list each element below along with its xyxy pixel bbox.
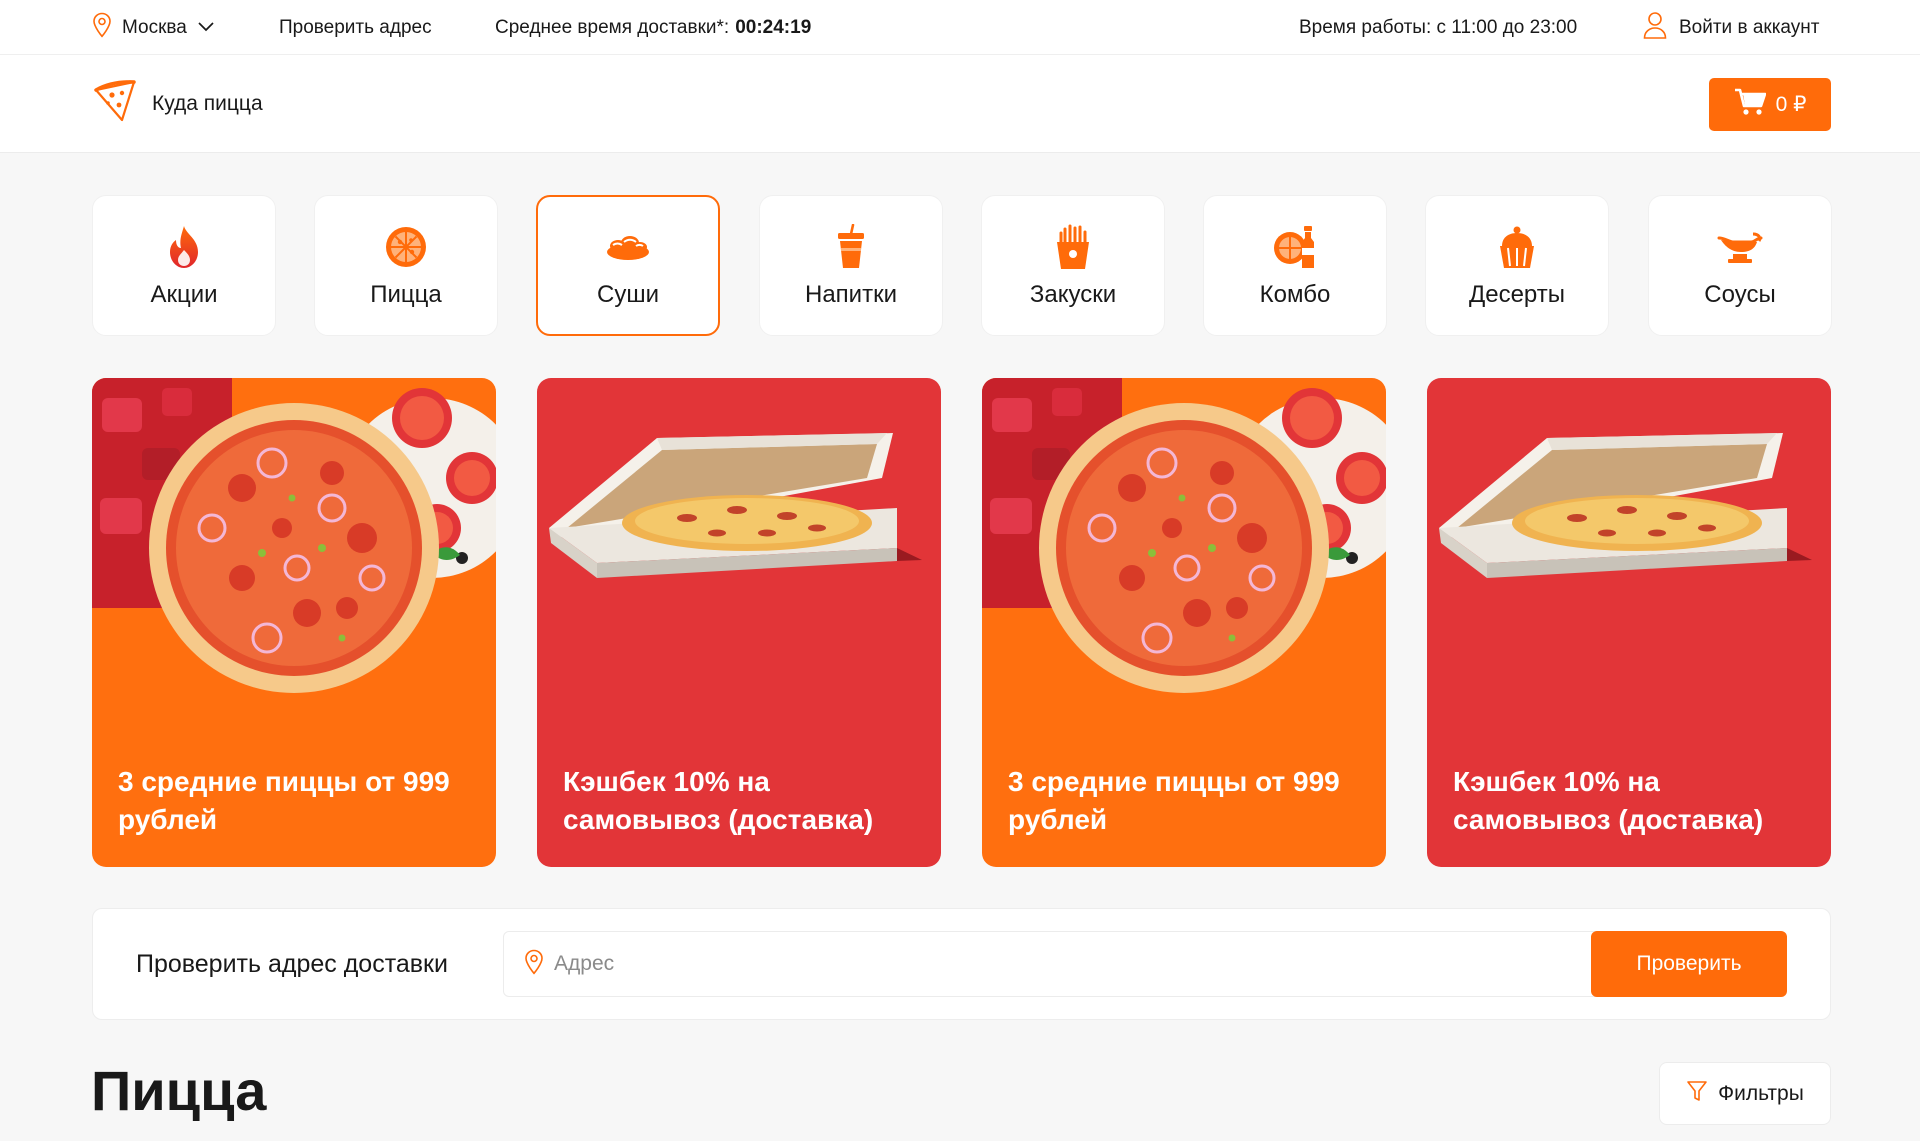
section-title: Пицца <box>91 1059 267 1122</box>
cupcake-icon <box>1493 223 1541 271</box>
drink-cup-icon <box>827 223 875 271</box>
category-label: Акции <box>150 280 218 308</box>
flame-icon <box>160 223 208 271</box>
cart-icon <box>1734 88 1766 122</box>
sauce-boat-icon <box>1716 223 1764 271</box>
promo-banners: 3 средние пиццы от 999 рублей Кэшбек 10%… <box>92 378 1833 867</box>
pizza-box-illustration <box>549 433 922 578</box>
banner-title: 3 средние пиццы от 999 рублей <box>118 766 450 835</box>
check-address-button[interactable]: Проверить <box>1591 931 1787 997</box>
address-field[interactable] <box>503 931 1658 997</box>
delivery-time-label: Среднее время доставки*: <box>495 16 730 38</box>
address-check-panel: Проверить адрес доставки Проверить <box>92 908 1831 1020</box>
category-sauces[interactable]: Соусы <box>1648 195 1832 336</box>
category-sushi[interactable]: Суши <box>536 195 720 336</box>
category-desserts[interactable]: Десерты <box>1425 195 1609 336</box>
filters-label: Фильтры <box>1718 1081 1804 1105</box>
banner-title: Кэшбек 10% на самовывоз (доставка) <box>1453 766 1764 835</box>
login-label: Войти в аккаунт <box>1679 16 1820 38</box>
location-pin-icon <box>92 12 112 44</box>
address-input[interactable] <box>554 952 1634 976</box>
pizza-icon <box>382 223 430 271</box>
pizza-slice-logo-icon <box>92 78 138 130</box>
location-pin-icon <box>524 949 544 980</box>
top-bar: Москва Проверить адрес Среднее время дос… <box>0 0 1920 55</box>
category-label: Соусы <box>1704 280 1776 308</box>
category-promotions[interactable]: Акции <box>92 195 276 336</box>
category-pizza[interactable]: Пицца <box>314 195 498 336</box>
promo-banner[interactable]: 3 средние пиццы от 999 рублей <box>982 378 1386 867</box>
promo-banner[interactable]: 3 средние пиццы от 999 рублей <box>92 378 496 867</box>
city-name: Москва <box>122 16 187 38</box>
sushi-icon <box>604 223 652 271</box>
header: Куда пицца 0 ₽ <box>0 55 1920 153</box>
cart-total: 0 ₽ <box>1775 93 1807 116</box>
login-link[interactable]: Войти в аккаунт <box>1643 0 1819 55</box>
work-hours: Время работы: с 11:00 до 23:00 <box>1299 16 1578 38</box>
pizza-illustration <box>92 378 496 693</box>
check-address-link[interactable]: Проверить адрес <box>279 0 432 55</box>
fries-icon <box>1049 223 1097 271</box>
pizza-box-illustration <box>1439 433 1812 578</box>
cart-button[interactable]: 0 ₽ <box>1709 78 1831 131</box>
category-label: Напитки <box>805 280 897 308</box>
promo-banner[interactable]: Кэшбек 10% на самовывоз (доставка) <box>537 378 941 867</box>
category-label: Суши <box>597 280 659 308</box>
address-check-label: Проверить адрес доставки <box>136 949 448 978</box>
pizza-illustration <box>982 378 1386 693</box>
average-delivery-time: Среднее время доставки*: 00:24:19 <box>495 0 811 55</box>
filter-funnel-icon <box>1686 1080 1708 1108</box>
city-selector[interactable]: Москва <box>92 0 215 55</box>
category-snacks[interactable]: Закуски <box>981 195 1165 336</box>
logo-text: Куда пицца <box>152 92 263 115</box>
category-drinks[interactable]: Напитки <box>759 195 943 336</box>
category-nav: Акции Пицца Суши Напитки Закуски Комбо Д… <box>92 195 1833 336</box>
category-label: Десерты <box>1468 280 1565 308</box>
user-icon <box>1643 11 1667 45</box>
banner-title: Кэшбек 10% на самовывоз (доставка) <box>563 766 874 835</box>
chevron-down-icon <box>197 17 215 39</box>
category-combo[interactable]: Комбо <box>1203 195 1387 336</box>
category-label: Комбо <box>1259 280 1331 308</box>
combo-icon <box>1271 223 1319 271</box>
category-label: Пицца <box>370 280 442 308</box>
logo[interactable]: Куда пицца <box>92 78 263 130</box>
promo-banner[interactable]: Кэшбек 10% на самовывоз (доставка) <box>1427 378 1831 867</box>
category-label: Закуски <box>1029 280 1117 308</box>
delivery-time-value: 00:24:19 <box>735 16 812 38</box>
filters-button[interactable]: Фильтры <box>1659 1062 1831 1125</box>
banner-title: 3 средние пиццы от 999 рублей <box>1008 766 1340 835</box>
